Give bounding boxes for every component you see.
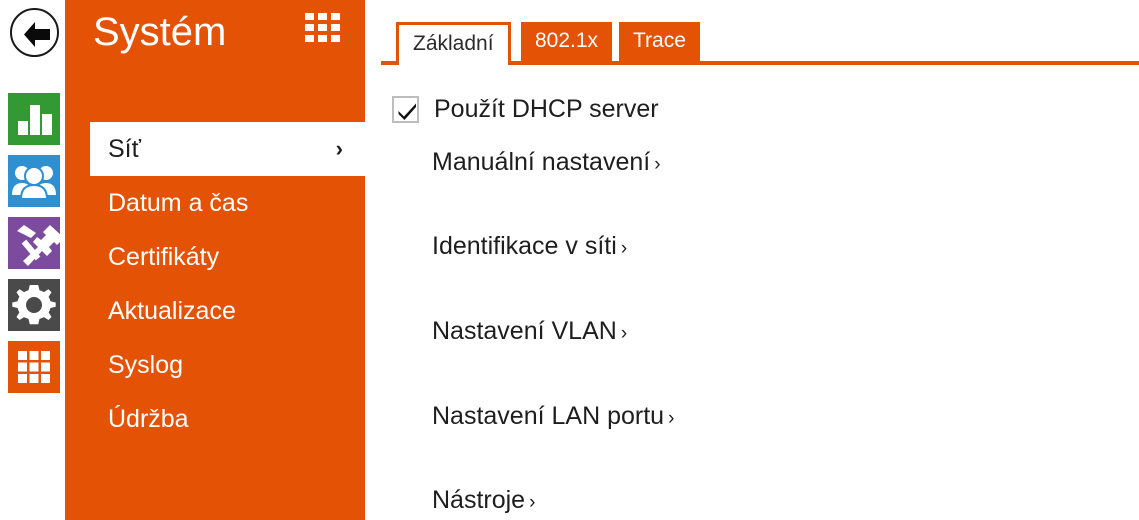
chevron-right-icon: › — [620, 323, 628, 344]
back-button[interactable] — [10, 8, 59, 57]
tab-zakladni[interactable]: Základní — [396, 22, 511, 65]
sidebar-item-syslog[interactable]: Syslog — [65, 338, 365, 392]
chevron-right-icon: › — [668, 408, 675, 429]
rail-item-system[interactable] — [8, 341, 60, 393]
nav-list: Síť › Datum a čas Certifikáty Aktualizac… — [65, 122, 365, 446]
link-nastroje[interactable]: Nástroje › — [432, 486, 535, 515]
sidebar-item-aktualizace[interactable]: Aktualizace — [65, 284, 365, 338]
chevron-right-icon: › — [529, 492, 536, 513]
nav-panel: Systém Síť › Datum a čas Certifikáty Akt… — [65, 0, 365, 520]
chevron-right-icon: › — [335, 136, 343, 161]
rail-item-directory[interactable] — [8, 155, 60, 207]
tab-bar: Základní 802.1x Trace — [365, 0, 1139, 66]
link-label: Nastavení LAN portu — [432, 402, 665, 430]
link-label: Identifikace v síti — [432, 232, 617, 260]
tab-8021x[interactable]: 802.1x — [521, 22, 613, 62]
link-label: Nastavení VLAN — [432, 317, 617, 345]
sidebar-item-label: Síť — [108, 135, 141, 163]
link-label: Nástroje — [432, 486, 526, 514]
back-arrow-icon — [24, 22, 50, 47]
link-identifikace-v-siti[interactable]: Identifikace v síti › — [432, 232, 627, 261]
sidebar-item-certifikaty[interactable]: Certifikáty — [65, 230, 365, 284]
bar-chart-icon — [18, 105, 52, 135]
sidebar-item-datum-a-cas[interactable]: Datum a čas — [65, 176, 365, 230]
sidebar-item-udrzba[interactable]: Údržba — [65, 392, 365, 446]
grid-menu-icon[interactable] — [305, 13, 341, 43]
content-area: Základní 802.1x Trace Použít DHCP server… — [365, 0, 1139, 520]
sidebar-item-label: Údržba — [108, 405, 189, 433]
link-manualni-nastaveni[interactable]: Manuální nastavení › — [432, 148, 661, 177]
page-title: Systém — [93, 10, 227, 54]
checkmark-icon — [398, 103, 416, 120]
tools-icon — [17, 225, 60, 266]
icon-rail — [0, 0, 65, 520]
chevron-right-icon: › — [620, 238, 628, 259]
tab-trace[interactable]: Trace — [619, 22, 700, 62]
rail-item-services[interactable] — [8, 279, 60, 331]
sidebar-item-sit[interactable]: Síť › — [90, 122, 365, 176]
gear-icon — [12, 285, 56, 325]
link-nastaveni-lan-portu[interactable]: Nastavení LAN portu › — [432, 402, 674, 431]
link-label: Manuální nastavení — [432, 148, 651, 176]
dhcp-server-checkbox-row[interactable]: Použít DHCP server — [392, 94, 659, 124]
sidebar-item-label: Syslog — [108, 351, 184, 379]
rail-item-status[interactable] — [8, 93, 60, 145]
link-nastaveni-vlan[interactable]: Nastavení VLAN › — [432, 317, 627, 346]
app-root: Systém Síť › Datum a čas Certifikáty Akt… — [0, 0, 1139, 520]
dhcp-server-label: Použít DHCP server — [434, 94, 659, 123]
grid-icon — [18, 351, 50, 383]
chevron-right-icon: › — [654, 154, 661, 175]
users-icon — [12, 166, 56, 200]
sidebar-item-label: Aktualizace — [108, 297, 236, 325]
sidebar-item-label: Datum a čas — [108, 189, 249, 217]
dhcp-server-checkbox[interactable] — [392, 95, 419, 123]
sidebar-item-label: Certifikáty — [108, 243, 220, 271]
rail-item-hardware[interactable] — [8, 217, 60, 269]
